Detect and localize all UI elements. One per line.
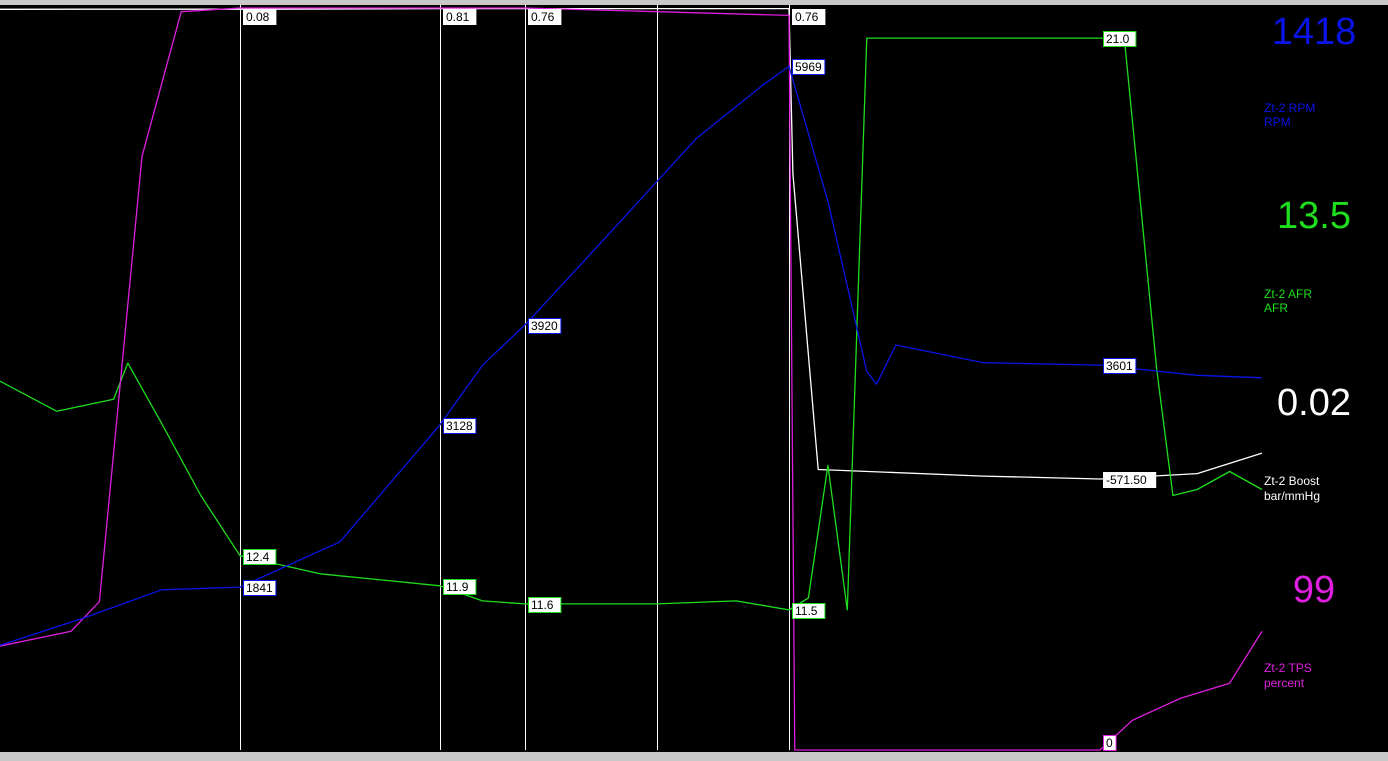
rpm-channel-unit: RPM bbox=[1264, 115, 1291, 129]
rpm-value-label: 3920 bbox=[531, 319, 558, 333]
window-top-border bbox=[0, 0, 1388, 5]
boost-channel-name: Zt-2 Boost bbox=[1264, 474, 1320, 488]
rpm-value-label: 1841 bbox=[246, 581, 273, 595]
datalog-chart[interactable]: 10010010099021.012.411.911.611.518413128… bbox=[0, 0, 1388, 761]
afr-value-label: 21.0 bbox=[1106, 32, 1130, 46]
afr-value-label: 12.4 bbox=[246, 550, 270, 564]
tps-readout: 99 bbox=[1292, 569, 1336, 611]
tps-channel-name: Zt-2 TPS bbox=[1264, 661, 1312, 675]
boost-value-label: 0.08 bbox=[246, 10, 270, 24]
boost-value-label: 0.81 bbox=[446, 10, 470, 24]
horizontal-scrollbar[interactable] bbox=[0, 752, 1388, 761]
boost-channel-unit: bar/mmHg bbox=[1264, 489, 1321, 503]
afr-value-label: 11.9 bbox=[446, 580, 469, 594]
afr-readout: 13.5 bbox=[1277, 195, 1351, 237]
afr-value-label: 11.5 bbox=[795, 604, 818, 618]
afr-value-label: 11.6 bbox=[531, 598, 554, 612]
boost-value-label: -571.50 bbox=[1106, 473, 1147, 487]
boost-readout: 0.02 bbox=[1277, 382, 1351, 424]
rpm-value-label: 3601 bbox=[1106, 359, 1133, 373]
boost-value-label: 0.76 bbox=[531, 10, 555, 24]
afr-series-line bbox=[0, 37, 1263, 611]
rpm-readout: 1418 bbox=[1271, 11, 1357, 53]
boost-series-line bbox=[0, 7, 1263, 480]
rpm-channel-name: Zt-2 RPM bbox=[1264, 101, 1316, 115]
tps-value-label: 0 bbox=[1106, 736, 1113, 750]
afr-channel-name: Zt-2 AFR bbox=[1264, 287, 1313, 301]
rpm-value-label: 3128 bbox=[446, 419, 473, 433]
rpm-value-label: 5969 bbox=[795, 60, 822, 74]
tps-channel-unit: percent bbox=[1264, 676, 1305, 690]
rpm-series-line bbox=[0, 65, 1263, 646]
tps-series-line bbox=[0, 7, 1263, 751]
afr-channel-unit: AFR bbox=[1264, 301, 1288, 315]
boost-value-label: 0.76 bbox=[795, 10, 819, 24]
